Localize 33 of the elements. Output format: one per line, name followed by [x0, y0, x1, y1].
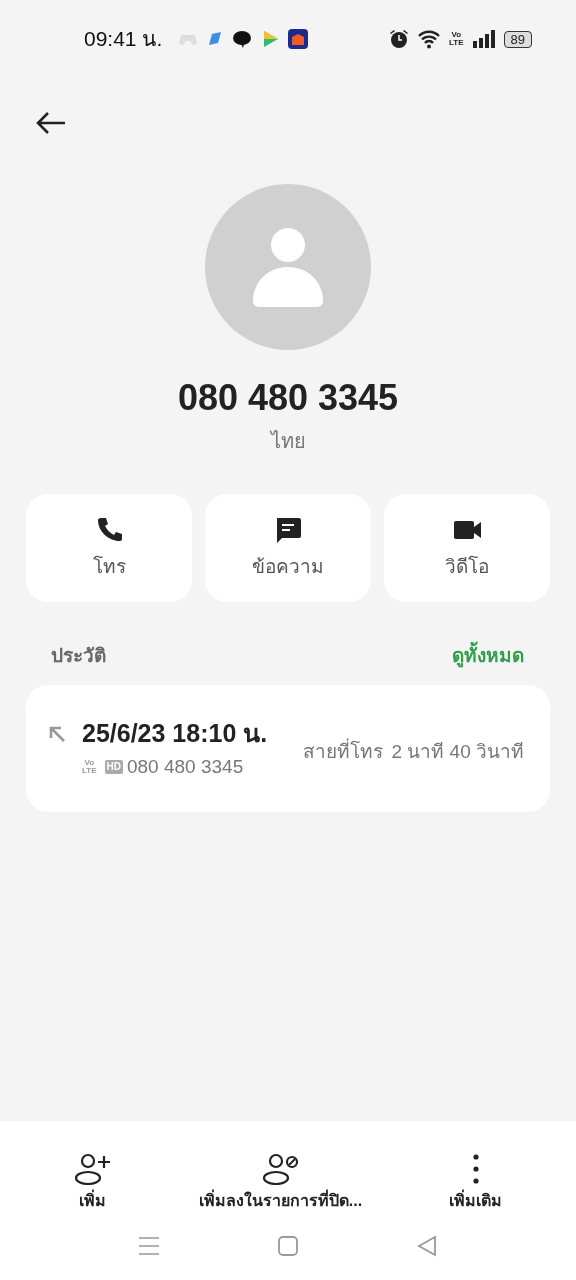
call-number: 080 480 3345 [126, 754, 244, 779]
call-datetime: 25/6/23 18:10 น. [82, 718, 268, 749]
call-duration: 2 นาที 40 วินาที [391, 739, 524, 764]
add-contact-icon [73, 1153, 112, 1185]
more-button[interactable]: เพิ่มเติม [449, 1153, 503, 1213]
battery-level: 89 [503, 30, 532, 48]
back-nav-icon [415, 1234, 439, 1258]
back-arrow-icon [36, 111, 66, 134]
network-type-label: Vo LTE [449, 31, 464, 47]
block-button[interactable]: เพิ่มลงในรายการที่ปิด... [198, 1153, 363, 1213]
block-contact-icon [261, 1153, 300, 1185]
alarm-clock-icon [389, 29, 409, 49]
message-button[interactable]: ข้อความ [205, 494, 371, 602]
call-button[interactable]: โทร [26, 494, 192, 602]
add-button[interactable]: เพิ่ม [73, 1153, 112, 1213]
signal-icon [471, 30, 496, 48]
wifi-icon [417, 29, 441, 49]
call-history-card[interactable]: 25/6/23 18:10 น. Vo LTE HD 080 480 3345 สายที่โทร 2 นาที 40 วินาที [26, 684, 550, 812]
volte-label: Vo LTE [82, 758, 97, 775]
outgoing-call-arrow-icon [48, 724, 66, 743]
back-nav-button[interactable] [415, 1233, 439, 1258]
more-options-icon [472, 1154, 479, 1184]
hd-badge: HD [104, 759, 123, 774]
menu-icon [137, 1234, 161, 1258]
avatar-icon [205, 184, 371, 350]
region-label: ไทย [269, 429, 307, 454]
call-type: สายที่โทร [303, 737, 384, 764]
home-icon [276, 1234, 300, 1258]
status-time: 09:41 น. [84, 26, 163, 53]
section-title: ประวัติ [51, 644, 106, 668]
video-button[interactable]: วิดีโอ [384, 494, 550, 602]
phone-number: 080 480 3345 [176, 376, 400, 420]
home-button[interactable] [276, 1233, 300, 1258]
